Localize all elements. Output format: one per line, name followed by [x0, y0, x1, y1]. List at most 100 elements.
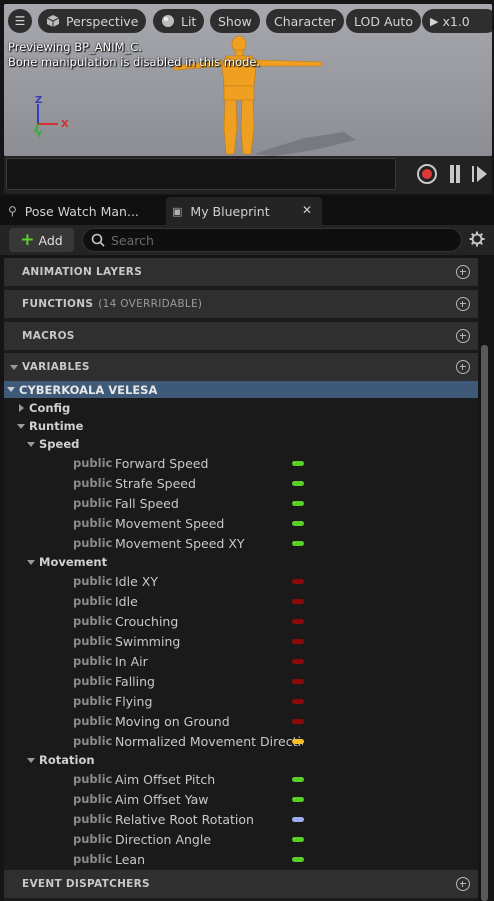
book-icon: ▣: [172, 204, 183, 218]
variable-name: Direction Angle: [115, 832, 212, 847]
show-button[interactable]: Show: [210, 9, 260, 33]
category-speed[interactable]: Speed: [4, 435, 478, 453]
lit-button[interactable]: Lit: [153, 9, 205, 33]
variable-type-pill-icon[interactable]: [292, 599, 304, 604]
record-button[interactable]: [417, 164, 437, 184]
pause-button[interactable]: [448, 165, 462, 183]
variable-row[interactable]: public Swimming: [4, 631, 478, 651]
variable-type-pill-icon[interactable]: [292, 541, 304, 546]
section-variables[interactable]: VARIABLES: [4, 353, 478, 381]
variable-row[interactable]: public Movement Speed XY: [4, 533, 478, 553]
variable-name: Idle XY: [115, 574, 158, 589]
variable-type-pill-icon[interactable]: [292, 461, 304, 466]
variable-name: Idle: [115, 594, 138, 609]
variable-row[interactable]: public In Air: [4, 651, 478, 671]
variable-scope: public: [73, 634, 113, 648]
variable-row[interactable]: public Aim Offset Yaw: [4, 789, 478, 809]
variable-row[interactable]: public Movement Speed: [4, 513, 478, 533]
category-movement[interactable]: Movement: [4, 553, 478, 571]
variable-row[interactable]: public Forward Speed: [4, 453, 478, 473]
variable-type-pill-icon[interactable]: [292, 679, 304, 684]
variable-type-pill-icon[interactable]: [292, 639, 304, 644]
variable-name: Aim Offset Pitch: [115, 772, 216, 787]
section-animation-layers[interactable]: ANIMATION LAYERS: [4, 258, 478, 286]
axis-z-label: Z: [35, 95, 43, 106]
variable-type-pill-icon[interactable]: [292, 501, 304, 506]
tab-my-blueprint[interactable]: ▣ My Blueprint ✕: [166, 197, 322, 225]
variable-row[interactable]: public Lean: [4, 849, 478, 869]
vertical-scrollbar[interactable]: [481, 345, 488, 901]
character-button[interactable]: Character: [266, 9, 344, 33]
search-box[interactable]: [82, 228, 462, 252]
perspective-button[interactable]: Perspective: [38, 9, 147, 33]
variable-scope: public: [73, 674, 113, 688]
variable-type-pill-icon[interactable]: [292, 481, 304, 486]
add-macro-icon[interactable]: [456, 329, 470, 343]
variable-row[interactable]: public Aim Offset Pitch: [4, 769, 478, 789]
section-label: VARIABLES: [22, 361, 90, 373]
variable-type-pill-icon[interactable]: [292, 699, 304, 704]
variable-type-pill-icon[interactable]: [292, 521, 304, 526]
variable-type-pill-icon[interactable]: [292, 797, 304, 802]
variable-type-pill-icon[interactable]: [292, 659, 304, 664]
add-event-dispatcher-icon[interactable]: [456, 877, 470, 891]
variable-row[interactable]: public Idle: [4, 591, 478, 611]
section-label: EVENT DISPATCHERS: [22, 878, 150, 890]
variable-row[interactable]: public Strafe Speed: [4, 473, 478, 493]
variable-name: Moving on Ground: [115, 714, 230, 729]
add-animation-layer-icon[interactable]: [456, 265, 470, 279]
tab-pose-watch-manager[interactable]: ⚲ Pose Watch Man...: [8, 197, 164, 225]
variable-row[interactable]: public Flying: [4, 691, 478, 711]
category-label: Rotation: [39, 753, 95, 767]
search-input[interactable]: [111, 232, 431, 248]
variable-row[interactable]: public Normalized Movement Direction: [4, 731, 478, 751]
record-icon: [422, 169, 432, 179]
section-macros[interactable]: MACROS: [4, 322, 478, 350]
variable-name: Flying: [115, 694, 153, 709]
add-variable-icon[interactable]: [456, 360, 470, 374]
viewport-menu-button[interactable]: ☰: [8, 9, 32, 33]
step-forward-button[interactable]: [472, 165, 490, 183]
add-function-icon[interactable]: [456, 297, 470, 311]
blueprint-toolbar: + Add: [0, 225, 494, 255]
variable-row[interactable]: public Idle XY: [4, 571, 478, 591]
expanded-arrow-icon: [10, 364, 18, 370]
section-functions[interactable]: FUNCTIONS (14 OVERRIDABLE): [4, 290, 478, 318]
blueprint-class-row[interactable]: CYBERKOALA VELESA: [4, 381, 478, 398]
variable-scope: public: [73, 516, 113, 530]
category-label: Movement: [39, 555, 108, 569]
variable-scope: public: [73, 496, 113, 510]
variable-row[interactable]: public Moving on Ground: [4, 711, 478, 731]
gear-icon[interactable]: [469, 231, 485, 247]
section-event-dispatchers[interactable]: EVENT DISPATCHERS: [4, 870, 478, 898]
variable-row[interactable]: public Falling: [4, 671, 478, 691]
playback-speed-button[interactable]: ▶ x1.0: [422, 9, 492, 33]
variable-row[interactable]: public Crouching: [4, 611, 478, 631]
variable-type-pill-icon[interactable]: [292, 857, 304, 862]
close-icon[interactable]: ✕: [302, 203, 312, 217]
variable-type-pill-icon[interactable]: [292, 817, 304, 822]
variable-row[interactable]: public Fall Speed: [4, 493, 478, 513]
variable-type-pill-icon[interactable]: [292, 739, 304, 744]
lod-button[interactable]: LOD Auto: [346, 9, 421, 33]
variable-type-pill-icon[interactable]: [292, 777, 304, 782]
preview-viewport[interactable]: Z X Y ☰ Perspective Lit Show Character L…: [4, 4, 492, 156]
variable-type-pill-icon[interactable]: [292, 837, 304, 842]
category-runtime[interactable]: Runtime: [4, 417, 478, 435]
variable-type-pill-icon[interactable]: [292, 579, 304, 584]
variable-type-pill-icon[interactable]: [292, 719, 304, 724]
perspective-label: Perspective: [66, 13, 139, 29]
variable-type-pill-icon[interactable]: [292, 619, 304, 624]
category-config[interactable]: Config: [4, 399, 478, 417]
timeline-scrubber[interactable]: [6, 158, 396, 190]
section-label: ANIMATION LAYERS: [22, 266, 143, 278]
add-button[interactable]: + Add: [9, 228, 74, 252]
variable-row[interactable]: public Relative Root Rotation: [4, 809, 478, 829]
category-label: Runtime: [29, 419, 84, 433]
play-speed-icon: ▶: [430, 14, 439, 28]
plus-icon: +: [20, 229, 35, 250]
variable-row[interactable]: public Direction Angle: [4, 829, 478, 849]
category-rotation[interactable]: Rotation: [4, 751, 478, 769]
variable-scope: public: [73, 852, 113, 866]
sphere-icon: [162, 15, 174, 27]
